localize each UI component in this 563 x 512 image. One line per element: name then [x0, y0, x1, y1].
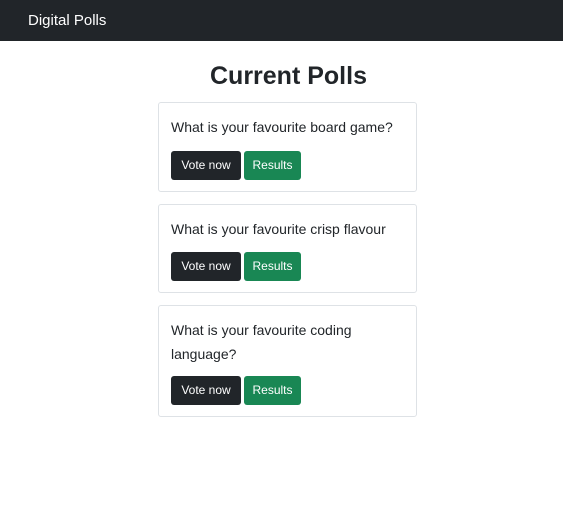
brand-link[interactable]: Digital Polls	[28, 11, 106, 30]
navbar: Digital Polls	[0, 0, 563, 41]
poll-card: What is your favourite coding language? …	[158, 305, 417, 417]
poll-card: What is your favourite crisp flavour Vot…	[158, 204, 417, 293]
poll-question: What is your favourite crisp flavour	[171, 221, 386, 237]
results-button[interactable]: Results	[244, 151, 301, 180]
results-button[interactable]: Results	[244, 376, 301, 405]
poll-question: What is your favourite coding language?	[171, 322, 352, 362]
vote-now-button[interactable]: Vote now	[171, 252, 241, 281]
results-button[interactable]: Results	[244, 252, 301, 281]
vote-now-button[interactable]: Vote now	[171, 151, 241, 180]
poll-question: What is your favourite board game?	[171, 119, 393, 135]
page-title: Current Polls	[210, 62, 367, 90]
vote-now-button[interactable]: Vote now	[171, 376, 241, 405]
poll-card: What is your favourite board game? Vote …	[158, 102, 417, 192]
